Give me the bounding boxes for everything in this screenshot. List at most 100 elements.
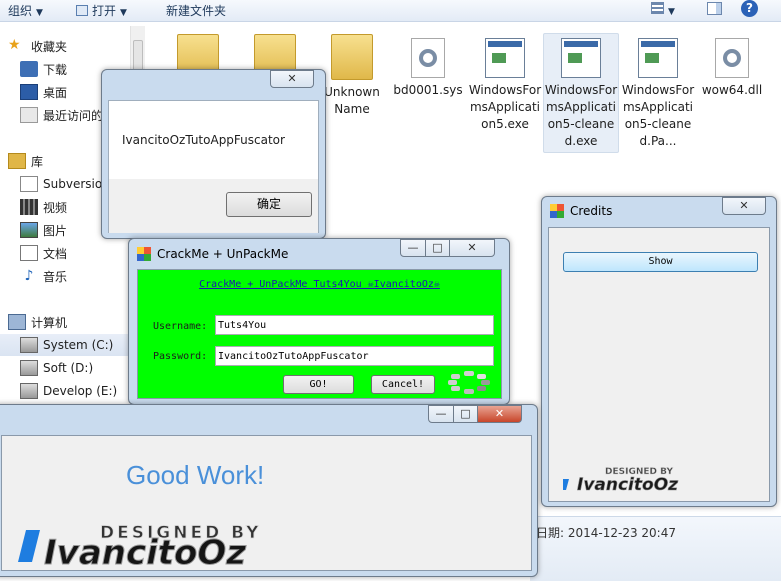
nav-label: 计算机 (31, 315, 68, 330)
maximize-button[interactable]: □ (425, 239, 450, 257)
nav-label: 桌面 (43, 85, 68, 100)
file-name: WindowsFormsApplication5-cleaned.Pa... (621, 83, 695, 148)
message-box-client: IvancitoOzTutoAppFuscator 确定 (108, 100, 319, 233)
nav-label: 下载 (43, 62, 68, 77)
help-icon[interactable]: ? (741, 0, 758, 17)
view-options-icon[interactable]: ▼ (651, 2, 675, 17)
message-box-window: ✕ IvancitoOzTutoAppFuscator 确定 (101, 69, 326, 239)
designed-by-logo: DESIGNED BY IvancitoOz (559, 464, 759, 495)
nav-label: 库 (31, 154, 44, 169)
downloads-icon (20, 61, 38, 77)
maximize-icon: □ (432, 241, 443, 254)
nav-label: System (C:) (43, 338, 114, 352)
file-item-bd0001-sys[interactable]: bd0001.sys (390, 38, 466, 99)
preview-pane-icon[interactable] (707, 2, 722, 18)
title-bar: Credits (550, 204, 612, 218)
file-name: WindowsFormsApplication5-cleaned.exe (544, 83, 618, 148)
password-input[interactable] (215, 346, 494, 366)
goodwork-client: Good Work! DESIGNED BY IvancitoOz (1, 435, 532, 574)
nav-music[interactable]: ♪ 音乐 (0, 265, 140, 287)
maximize-icon: □ (460, 407, 471, 420)
svg-text:IvancitoOz: IvancitoOz (577, 475, 678, 492)
chevron-down-icon: ▼ (36, 8, 43, 18)
close-icon: ✕ (739, 199, 749, 212)
application-icon (485, 38, 525, 78)
file-item-winforms-exe[interactable]: WindowsFormsApplication5.exe (467, 38, 543, 133)
recent-places-icon (20, 107, 38, 123)
close-icon: ✕ (467, 241, 477, 254)
close-button[interactable]: ✕ (449, 239, 495, 257)
maximize-button[interactable]: □ (453, 405, 478, 423)
close-button[interactable]: ✕ (270, 70, 314, 88)
go-button[interactable]: GO! (283, 375, 354, 394)
open-icon (76, 5, 88, 16)
new-folder-button[interactable]: 新建文件夹 (166, 2, 226, 19)
credits-client: Show DESIGNED BY IvancitoOz (548, 227, 770, 502)
show-button[interactable]: Show (563, 252, 758, 272)
nav-label: Subversion (43, 177, 110, 191)
crackme-window: CrackMe + UnPackMe — □ ✕ CrackMe + UnPac… (128, 238, 510, 405)
close-button[interactable]: ✕ (722, 197, 766, 215)
credits-window: Credits ✕ Show DESIGNED BY IvancitoOz (541, 196, 777, 507)
nav-label: 视频 (43, 200, 68, 215)
file-item-winforms-cleaned-exe[interactable]: WindowsFormsApplication5-cleaned.exe (543, 33, 619, 153)
dll-file-icon (715, 38, 749, 78)
library-icon (8, 153, 26, 169)
success-message: Good Work! (126, 460, 265, 490)
loading-spinner-icon (446, 370, 492, 395)
drive-icon (20, 383, 38, 399)
organize-label: 组织 (8, 4, 33, 18)
drive-icon (20, 360, 38, 376)
title-bar: CrackMe + UnPackMe (137, 247, 288, 261)
app-icon (137, 247, 151, 261)
system-file-icon (411, 38, 445, 78)
chevron-down-icon: ▼ (120, 8, 127, 18)
nav-label: Develop (E:) (43, 384, 118, 398)
nav-label: 图片 (43, 223, 68, 238)
ok-button[interactable]: 确定 (226, 192, 312, 217)
cancel-button[interactable]: Cancel! (371, 375, 435, 394)
open-label: 打开 (92, 4, 117, 18)
nav-label: 文档 (43, 246, 68, 261)
document-folder-icon (20, 176, 38, 192)
folder-icon (331, 34, 373, 80)
message-text: IvancitoOzTutoAppFuscator (122, 133, 285, 147)
username-input[interactable] (215, 315, 494, 335)
file-item-wow64-dll[interactable]: wow64.dll (694, 38, 770, 99)
author-link[interactable]: CrackMe + UnPackMe Tuts4You ☠IvancitoOz☠ (138, 279, 501, 290)
application-icon (561, 38, 601, 78)
application-icon (638, 38, 678, 78)
minimize-button[interactable]: — (428, 405, 454, 423)
username-label: Username: (153, 321, 208, 332)
details-pane: 日期: 2014-12-23 20:47 (530, 516, 781, 581)
minimize-icon: — (435, 407, 447, 420)
explorer-toolbar: 组织 ▼ 打开 ▼ 新建文件夹 ▼ ? (0, 0, 781, 22)
file-name: wow64.dll (701, 83, 763, 97)
desktop-icon (20, 84, 38, 100)
organize-menu[interactable]: 组织 ▼ (8, 2, 43, 19)
video-icon (20, 199, 38, 215)
nav-drive-d[interactable]: Soft (D:) (0, 357, 140, 379)
file-item-winforms-cleaned-pa[interactable]: WindowsFormsApplication5-cleaned.Pa... (620, 38, 696, 150)
nav-label: Soft (D:) (43, 361, 94, 375)
window-title: Credits (570, 204, 613, 218)
svg-text:IvancitoOz: IvancitoOz (44, 533, 246, 568)
nav-favorites[interactable]: ★ 收藏夹 (0, 35, 140, 57)
nav-drive-c[interactable]: System (C:) (0, 334, 140, 356)
close-button[interactable]: ✕ (477, 405, 522, 423)
file-name: bd0001.sys (393, 83, 463, 97)
goodwork-window: — □ ✕ Good Work! DESIGNED BY IvancitoOz (0, 404, 538, 577)
minimize-button[interactable]: — (400, 239, 426, 257)
designed-by-logo: DESIGNED BY IvancitoOz (8, 518, 508, 574)
password-label: Password: (153, 351, 208, 362)
nav-computer[interactable]: 计算机 (0, 311, 140, 333)
nav-drive-e[interactable]: Develop (E:) (0, 380, 140, 402)
open-button[interactable]: 打开 ▼ (76, 2, 127, 19)
close-icon: ✕ (287, 72, 297, 85)
pictures-icon (20, 222, 38, 238)
close-icon: ✕ (494, 407, 505, 420)
details-date: 日期: 2014-12-23 20:47 (536, 526, 676, 540)
app-icon (550, 204, 564, 218)
nav-documents[interactable]: 文档 (0, 242, 140, 264)
nav-label: 音乐 (43, 269, 68, 284)
